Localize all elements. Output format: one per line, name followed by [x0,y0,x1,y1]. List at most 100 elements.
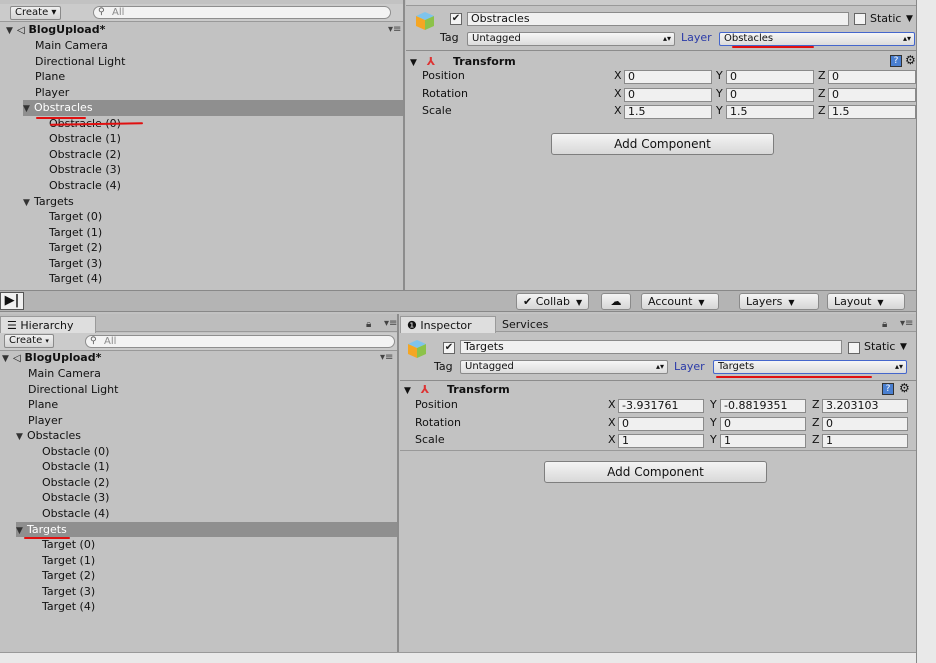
hierarchy-item[interactable]: Target (0) [42,537,397,553]
rotation-y-field[interactable]: 0 [720,416,806,431]
static-checkbox[interactable] [848,342,860,354]
scale-y-field[interactable]: 1.5 [726,105,814,119]
scale-y-field[interactable]: 1 [720,434,806,448]
hierarchy-item[interactable]: Target (0) [49,209,403,225]
help-icon[interactable]: ? [890,55,902,67]
hierarchy-item[interactable]: Obstacle (3) [42,490,397,506]
position-z-field[interactable]: 3.203103 [822,399,908,413]
lock-icon[interactable]: 🔒︎ [366,319,371,330]
layer-dropdown[interactable]: Obstacles ▴▾ [719,32,915,46]
hierarchy-item-label: Plane [35,70,66,84]
lock-icon[interactable]: 🔒︎ [882,319,887,330]
hierarchy-item[interactable]: Target (4) [42,599,397,615]
hierarchy-item[interactable]: Obstracle (3) [49,162,403,178]
hierarchy-item[interactable]: Obstracle (4) [49,178,403,194]
bottom-hierarchy-search[interactable]: ⚲ All [85,335,395,348]
gear-icon[interactable]: ⚙ [905,53,916,67]
scene-row[interactable]: ▼ ◁ BlogUpload* [2,350,397,366]
tab-inspector[interactable]: ❶ Inspector [400,316,496,333]
active-checkbox[interactable]: ✔ [443,342,455,354]
hierarchy-item[interactable]: Target (1) [49,225,403,241]
transform-header[interactable]: ▼ ⅄ Transform [404,381,912,399]
expand-triangle-icon[interactable]: ▼ [6,24,17,40]
position-y-field[interactable]: 0 [726,70,814,84]
collapse-triangle-icon[interactable]: ▼ [410,58,417,68]
scene-menu-icon[interactable]: ▾≡ [388,24,401,35]
hierarchy-item[interactable]: Target (4) [49,271,403,287]
transform-header[interactable]: ▼ ⅄ Transform [410,53,915,71]
static-checkbox[interactable] [854,13,866,25]
hierarchy-item[interactable]: Target (2) [49,240,403,256]
hierarchy-group-item[interactable]: ▼ Targets [23,194,403,210]
hierarchy-item[interactable]: Target (3) [49,256,403,272]
position-z-field[interactable]: 0 [828,70,916,84]
hierarchy-item[interactable]: Obstacle (2) [42,475,397,491]
position-y-field[interactable]: -0.8819351 [720,399,806,413]
hierarchy-item[interactable]: Target (3) [42,584,397,600]
cloud-button[interactable]: ☁ [601,293,631,310]
expand-triangle-icon[interactable]: ▼ [2,352,13,368]
rotation-y-field[interactable]: 0 [726,87,814,102]
hierarchy-item[interactable]: Obstacle (1) [42,459,397,475]
object-name-field[interactable]: Targets [460,340,842,354]
hierarchy-item[interactable]: Target (2) [42,568,397,584]
active-checkbox[interactable]: ✔ [450,13,462,25]
position-x-field[interactable]: -3.931761 [618,399,704,413]
scene-name: BlogUpload* [28,23,106,36]
top-create-button[interactable]: Create ▾ [10,6,62,20]
hierarchy-item[interactable]: Directional Light [35,54,403,70]
static-dropdown-icon[interactable]: ▼ [906,12,913,26]
scene-row[interactable]: ▼ ◁ BlogUpload* [6,22,401,38]
panel-menu-icon[interactable]: ▾≡ [900,318,913,329]
layer-dropdown[interactable]: Targets ▴▾ [713,360,907,374]
help-icon[interactable]: ? [882,383,894,395]
expand-triangle-icon[interactable]: ▼ [23,196,34,212]
hierarchy-item[interactable]: Obstracle (1) [49,131,403,147]
top-hierarchy-search[interactable]: ⚲ All [93,6,391,19]
object-name-field[interactable]: Obstracles [467,12,849,26]
step-button[interactable]: ▶| [0,292,24,310]
layers-button[interactable]: Layers ▼ [739,293,819,310]
panel-menu-icon[interactable]: ▾≡ [384,318,397,329]
hierarchy-item[interactable]: Player [35,85,403,101]
layout-button[interactable]: Layout ▼ [827,293,905,310]
scale-x-field[interactable]: 1.5 [624,105,712,119]
scale-z-field[interactable]: 1.5 [828,105,916,119]
add-component-button[interactable]: Add Component [544,461,767,483]
collab-button[interactable]: ✔ Collab ▼ [516,293,590,310]
hierarchy-item[interactable]: Obstacle (4) [42,506,397,522]
expand-triangle-icon[interactable]: ▼ [16,430,27,446]
expand-triangle-icon[interactable]: ▼ [23,102,34,118]
tag-dropdown[interactable]: Untagged ▴▾ [460,360,668,374]
y-axis-label: Y [716,104,723,117]
bottom-create-button[interactable]: Create ▾ [4,334,54,348]
hierarchy-group-item[interactable]: ▼ Obstacles [16,428,397,444]
static-dropdown-icon[interactable]: ▼ [900,340,907,354]
rotation-z-field[interactable]: 0 [822,416,908,431]
hierarchy-item[interactable]: Obstacle (0) [42,444,397,460]
hierarchy-item[interactable]: Plane [28,397,397,413]
hierarchy-group-item[interactable]: ▼ Targets [16,521,397,538]
tag-dropdown[interactable]: Untagged ▴▾ [467,32,675,46]
rotation-x-field[interactable]: 0 [618,416,704,431]
account-button[interactable]: Account ▼ [641,293,719,310]
scale-x-field[interactable]: 1 [618,434,704,448]
scale-z-field[interactable]: 1 [822,434,908,448]
rotation-z-field[interactable]: 0 [828,87,916,102]
hierarchy-item[interactable]: Target (1) [42,553,397,569]
tab-hierarchy[interactable]: ☰ Hierarchy [0,316,96,333]
hierarchy-item[interactable]: Main Camera [28,366,397,382]
hierarchy-item[interactable]: Directional Light [28,382,397,398]
hierarchy-item[interactable]: Obstracle (2) [49,147,403,163]
hierarchy-group-item[interactable]: ▼ Obstracles [23,100,403,116]
scene-menu-icon[interactable]: ▾≡ [380,352,393,363]
add-component-button[interactable]: Add Component [551,133,774,155]
tab-services[interactable]: Services [496,316,568,333]
collapse-triangle-icon[interactable]: ▼ [404,386,411,396]
hierarchy-item[interactable]: Main Camera [35,38,403,54]
hierarchy-item[interactable]: Plane [35,69,403,85]
hierarchy-item[interactable]: Player [28,413,397,429]
position-x-field[interactable]: 0 [624,70,712,84]
rotation-x-field[interactable]: 0 [624,87,712,102]
gear-icon[interactable]: ⚙ [899,381,910,395]
